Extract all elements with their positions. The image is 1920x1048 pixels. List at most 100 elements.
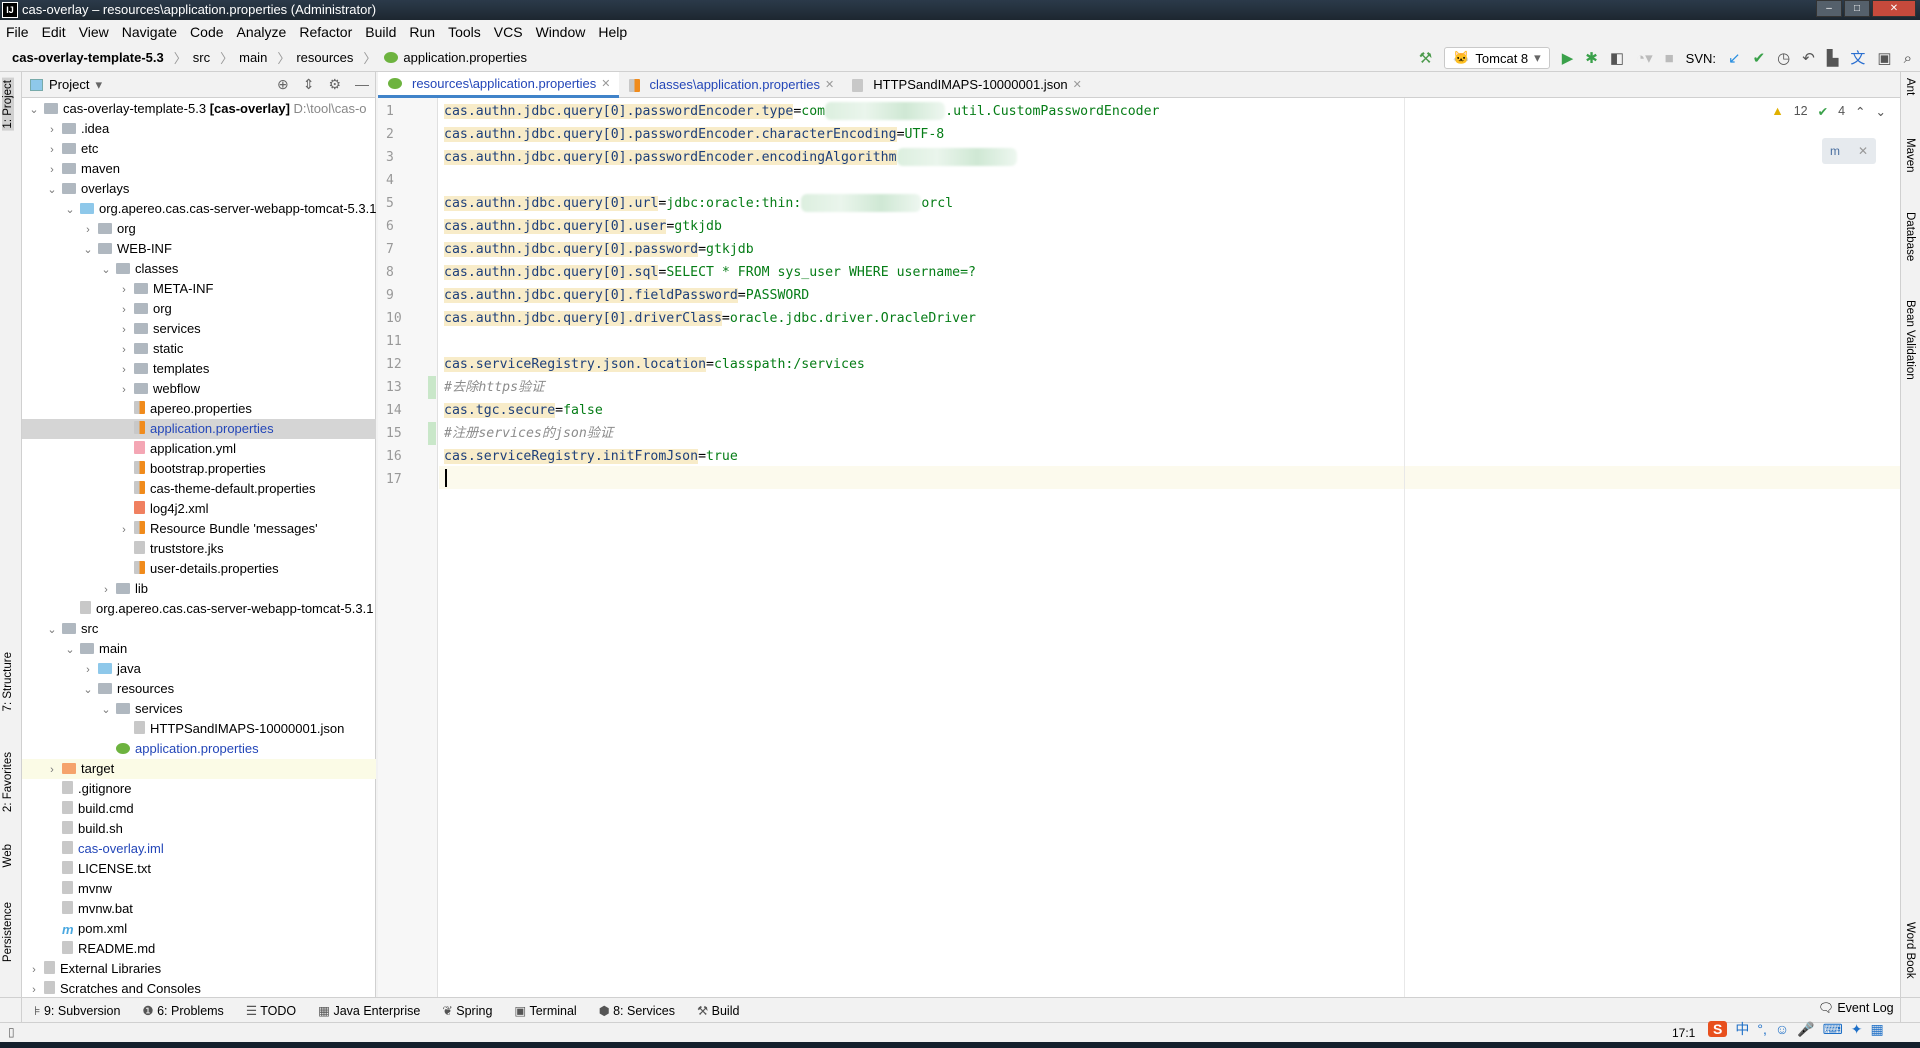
revert-icon[interactable]: ↶ <box>1802 51 1815 66</box>
chevron-right-icon[interactable]: › <box>116 520 132 539</box>
tree-item[interactable]: › .idea <box>22 119 376 139</box>
tree-item[interactable]: ⌄ src <box>22 619 376 639</box>
tool-tab-web[interactable]: Web <box>2 844 14 867</box>
chevron-right-icon[interactable]: › <box>116 340 132 359</box>
tool-tab-database[interactable]: Database <box>1904 212 1916 261</box>
close-button[interactable]: ✕ <box>1872 0 1916 17</box>
tree-item[interactable]: truststore.jks <box>22 539 376 559</box>
breadcrumb-item[interactable]: main <box>239 50 267 65</box>
punctuation-icon[interactable]: °, <box>1757 1021 1767 1037</box>
chevron-down-icon[interactable]: ⌄ <box>44 180 60 199</box>
tool-window-terminal[interactable]: ▣ Terminal <box>514 1003 576 1018</box>
minimize-button[interactable]: – <box>1816 0 1842 17</box>
event-log-button[interactable]: 🗨 Event Log <box>1818 1001 1894 1016</box>
tree-item[interactable]: › org <box>22 299 376 319</box>
menu-window[interactable]: Window <box>536 24 586 40</box>
editor-tab[interactable]: resources\application.properties ✕ <box>378 72 619 98</box>
tool-window-todo[interactable]: ☰ TODO <box>246 1003 296 1018</box>
breadcrumb-item[interactable]: src <box>193 50 210 65</box>
tool-tab-word-book[interactable]: Word Book <box>1904 922 1916 979</box>
chevron-right-icon[interactable]: › <box>44 140 60 159</box>
emoji-icon[interactable]: ☺ <box>1775 1021 1789 1037</box>
tree-item[interactable]: cas-overlay.iml <box>22 839 376 859</box>
profile-icon[interactable]: ◔▾ <box>1636 51 1653 66</box>
tree-item[interactable]: ⌄ services <box>22 699 376 719</box>
tree-item[interactable]: mvnw.bat <box>22 899 376 919</box>
change-marker[interactable] <box>428 376 436 399</box>
previous-highlight-icon[interactable]: ⌃ <box>1855 104 1865 119</box>
chevron-down-icon[interactable]: ⌄ <box>62 200 78 219</box>
history-icon[interactable]: ◷ <box>1777 51 1790 66</box>
tree-item[interactable]: build.cmd <box>22 799 376 819</box>
tree-item[interactable]: › org <box>22 219 376 239</box>
hammer-icon[interactable]: ⚒ <box>1419 51 1432 66</box>
tree-item[interactable]: bootstrap.properties <box>22 459 376 479</box>
next-highlight-icon[interactable]: ⌄ <box>1876 104 1886 119</box>
tool-tab-project[interactable]: 1: Project <box>2 78 14 131</box>
tree-item[interactable]: m pom.xml <box>22 919 376 939</box>
close-tab-icon[interactable]: ✕ <box>601 71 610 97</box>
project-structure-icon[interactable]: ▙ <box>1827 51 1839 66</box>
tree-item[interactable]: HTTPSandIMAPS-10000001.json <box>22 719 376 739</box>
gear-icon[interactable]: ⚙ <box>328 76 341 93</box>
menu-build[interactable]: Build <box>365 24 396 40</box>
cursor-position[interactable]: 17:1 <box>1672 1026 1695 1040</box>
chevron-down-icon[interactable]: ⌄ <box>62 640 78 659</box>
change-marker[interactable] <box>428 422 436 445</box>
chevron-down-icon[interactable]: ⌄ <box>80 240 96 259</box>
menu-vcs[interactable]: VCS <box>494 24 523 40</box>
tool-tab-maven[interactable]: Maven <box>1904 138 1916 173</box>
keyboard-icon[interactable]: ⌨ <box>1823 1021 1843 1038</box>
coverage-icon[interactable]: ◧ <box>1610 51 1624 66</box>
tree-item[interactable]: › webflow <box>22 379 376 399</box>
menu-file[interactable]: File <box>6 24 29 40</box>
close-tab-icon[interactable]: ✕ <box>825 72 834 98</box>
tree-item[interactable]: cas-theme-default.properties <box>22 479 376 499</box>
maven-reload-icon[interactable]: m <box>1830 144 1840 158</box>
chevron-down-icon[interactable]: ⌄ <box>98 260 114 279</box>
tree-item[interactable]: › services <box>22 319 376 339</box>
tree-item[interactable]: ⌄ classes <box>22 259 376 279</box>
tree-item[interactable]: .gitignore <box>22 779 376 799</box>
chevron-right-icon[interactable]: › <box>44 160 60 179</box>
menu-view[interactable]: View <box>79 24 109 40</box>
chevron-right-icon[interactable]: › <box>116 380 132 399</box>
tool-window-spring[interactable]: ❦ Spring <box>442 1003 492 1018</box>
editor-tab[interactable]: HTTPSandIMAPS-10000001.json ✕ <box>842 72 1090 98</box>
tree-item[interactable]: › Resource Bundle 'messages' <box>22 519 376 539</box>
tool-tab-structure[interactable]: 7: Structure <box>2 652 14 711</box>
tree-item[interactable]: ⌄ cas-overlay-template-5.3 [cas-overlay] … <box>22 99 376 119</box>
tool-tab-persistence[interactable]: Persistence <box>2 902 14 962</box>
chevron-down-icon[interactable]: ▾ <box>95 77 102 93</box>
menu-tools[interactable]: Tools <box>448 24 481 40</box>
tree-item[interactable]: › lib <box>22 579 376 599</box>
hide-icon[interactable]: — <box>355 76 369 93</box>
tree-item[interactable]: › External Libraries <box>22 959 376 979</box>
code-editor[interactable]: 1 2 3 4 5 6 7 8 9 10 11 12 13 14 15 16 17 cas.authn.jdbc… <box>378 98 1900 997</box>
svn-update-icon[interactable]: ↙ <box>1728 51 1741 66</box>
tree-item[interactable]: ⌄ overlays <box>22 179 376 199</box>
chevron-right-icon[interactable]: › <box>80 660 96 679</box>
locate-icon[interactable]: ⊕ <box>277 76 289 93</box>
tool-tab-ant[interactable]: Ant <box>1904 78 1916 95</box>
tree-item[interactable]: › static <box>22 339 376 359</box>
tree-item[interactable]: org.apereo.cas.cas-server-webapp-tomcat-… <box>22 599 376 619</box>
breadcrumb-item[interactable]: resources <box>296 50 353 65</box>
tree-item[interactable]: application.properties <box>22 739 376 759</box>
ime-mode[interactable]: 中 <box>1735 1019 1749 1039</box>
stop-icon[interactable]: ■ <box>1665 51 1674 66</box>
chevron-right-icon[interactable]: › <box>116 300 132 319</box>
tree-item[interactable]: › maven <box>22 159 376 179</box>
menu-navigate[interactable]: Navigate <box>122 24 177 40</box>
tool-tab-bean-validation[interactable]: Bean Validation <box>1904 300 1916 380</box>
tree-item[interactable]: › Scratches and Consoles <box>22 979 376 999</box>
debug-icon[interactable]: ✱ <box>1585 51 1598 66</box>
tool-window-problems[interactable]: ❶ 6: Problems <box>142 1003 223 1018</box>
tree-item[interactable]: › etc <box>22 139 376 159</box>
tree-item[interactable]: log4j2.xml <box>22 499 376 519</box>
tree-item[interactable]: LICENSE.txt <box>22 859 376 879</box>
tree-item[interactable]: application.properties <box>22 419 376 439</box>
tree-item[interactable]: ⌄ org.apereo.cas.cas-server-webapp-tomcat… <box>22 199 376 219</box>
tree-item[interactable]: apereo.properties <box>22 399 376 419</box>
tool-window-java-enterprise[interactable]: ▦ Java Enterprise <box>318 1003 420 1018</box>
